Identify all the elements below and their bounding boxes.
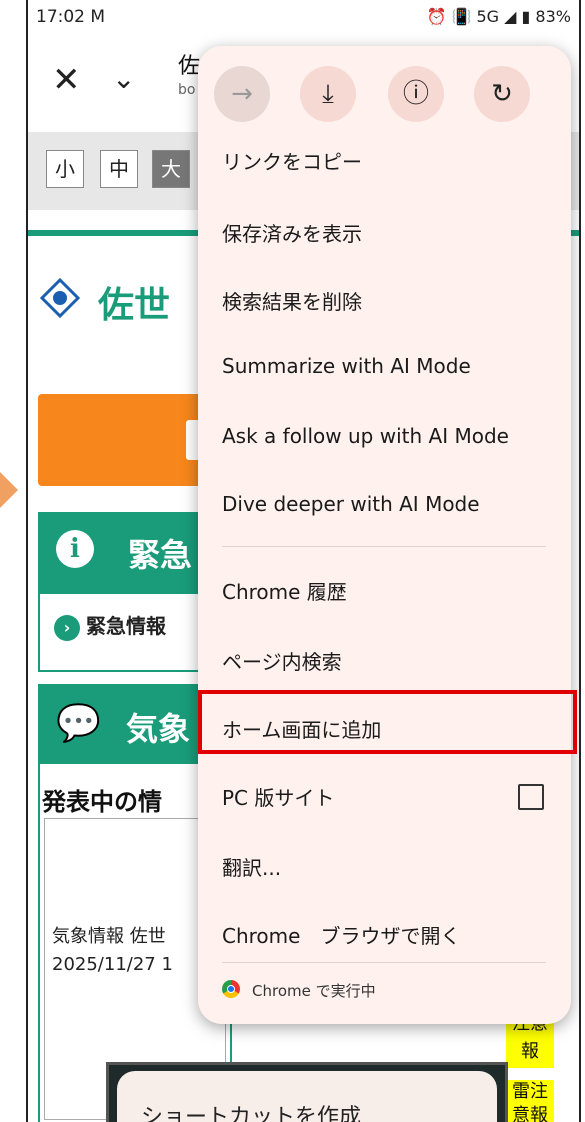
menu-item-desktop-site[interactable]: PC 版サイト [222, 782, 334, 811]
add-to-home-highlight [198, 690, 577, 754]
status-icons: ⏰ 📳 5G ◢ ▮ 83% [426, 7, 571, 26]
menu-action-row: → ⤓ ⓘ ↻ [198, 46, 571, 136]
menu-item-copy-link[interactable]: リンクをコピー [222, 146, 362, 175]
city-logo-icon [40, 278, 80, 318]
chrome-logo-icon [222, 980, 240, 998]
page-edge-arrow [0, 472, 18, 508]
refresh-icon[interactable]: ↻ [474, 66, 530, 122]
menu-item-follow-up-ai[interactable]: Ask a follow up with AI Mode [222, 424, 509, 448]
menu-item-delete-results[interactable]: 検索結果を削除 [222, 286, 362, 315]
font-size-small-button[interactable]: 小 [46, 150, 84, 188]
overflow-menu: → ⤓ ⓘ ↻ リンクをコピー 保存済みを表示 検索結果を削除 Summariz… [198, 46, 577, 1024]
menu-item-dive-deeper-ai[interactable]: Dive deeper with AI Mode [222, 492, 480, 516]
emergency-title: 緊急 [128, 536, 193, 574]
menu-divider-bottom [222, 962, 546, 963]
published-info-heading: 発表中の情 [42, 788, 162, 816]
emergency-link[interactable]: › 緊急情報 [54, 610, 166, 641]
site-logo-text[interactable]: 佐世 [98, 276, 170, 328]
menu-divider [222, 546, 546, 547]
status-time: 17:02 M [36, 7, 106, 27]
page-url[interactable]: bo [178, 82, 195, 98]
running-in-chrome-text: Chrome で実行中 [252, 982, 376, 1000]
status-bar: 17:02 M ⏰ 📳 5G ◢ ▮ 83% [28, 0, 579, 36]
menu-item-translate[interactable]: 翻訳... [222, 852, 281, 881]
weather-title: 気象 [126, 710, 191, 748]
phone-screen: 17:02 M ⏰ 📳 5G ◢ ▮ 83% ✕ ⌄ 佐 bo 小 中 大 佐世… [26, 0, 581, 1122]
desktop-site-checkbox[interactable] [518, 784, 544, 810]
weather-info-text[interactable]: 気象情報 佐世 [52, 922, 166, 948]
emergency-link-label: 緊急情報 [86, 614, 166, 638]
menu-item-summarize-ai[interactable]: Summarize with AI Mode [222, 354, 471, 378]
close-icon[interactable]: ✕ [52, 60, 81, 100]
page-title[interactable]: 佐 [178, 48, 200, 80]
info-icon: i [56, 530, 94, 568]
thunder-advisory-badge: 雷注意報 [506, 1080, 554, 1122]
font-size-large-button[interactable]: 大 [152, 150, 190, 188]
info-icon[interactable]: ⓘ [388, 66, 444, 122]
shortcut-dialog-title: ショートカットを作成 [141, 1105, 362, 1122]
chevron-right-icon: › [54, 614, 80, 641]
download-icon[interactable]: ⤓ [300, 66, 356, 122]
menu-item-open-in-chrome[interactable]: Chrome ブラウザで開く [222, 920, 460, 949]
forward-icon[interactable]: → [214, 66, 270, 122]
shortcut-dialog-sheet: ショートカットを作成 [117, 1071, 497, 1122]
weather-info-date: 2025/11/27 1 [52, 954, 173, 975]
menu-item-history[interactable]: Chrome 履歴 [222, 576, 347, 605]
shortcut-dialog: ショートカットを作成 [106, 1062, 508, 1122]
chevron-down-icon[interactable]: ⌄ [112, 62, 135, 95]
chat-bubbles-icon: 💬 [56, 703, 101, 744]
menu-item-find-in-page[interactable]: ページ内検索 [222, 646, 342, 675]
font-size-medium-button[interactable]: 中 [100, 150, 138, 188]
menu-item-show-saved[interactable]: 保存済みを表示 [222, 218, 362, 247]
